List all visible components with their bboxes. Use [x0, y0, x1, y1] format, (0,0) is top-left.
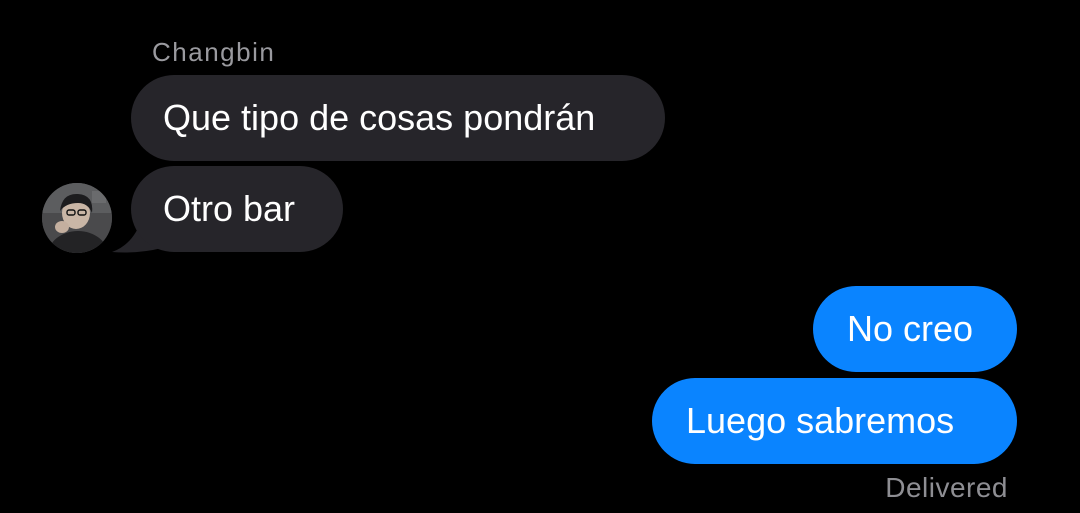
sender-name: Changbin [152, 37, 276, 67]
outgoing-message-bubble[interactable]: Luego sabremos [652, 378, 1017, 464]
incoming-message-bubble[interactable]: Otro bar [131, 166, 343, 252]
message-text: Que tipo de cosas pondrán [163, 97, 596, 138]
message-text: Luego sabremos [686, 400, 955, 441]
message-text: Otro bar [163, 188, 296, 229]
outgoing-message-bubble[interactable]: No creo [813, 286, 1017, 372]
delivery-status: Delivered [885, 472, 1008, 503]
incoming-message-bubble[interactable]: Que tipo de cosas pondrán [131, 75, 665, 161]
message-text: No creo [847, 308, 974, 349]
contact-avatar-icon[interactable] [42, 183, 112, 253]
